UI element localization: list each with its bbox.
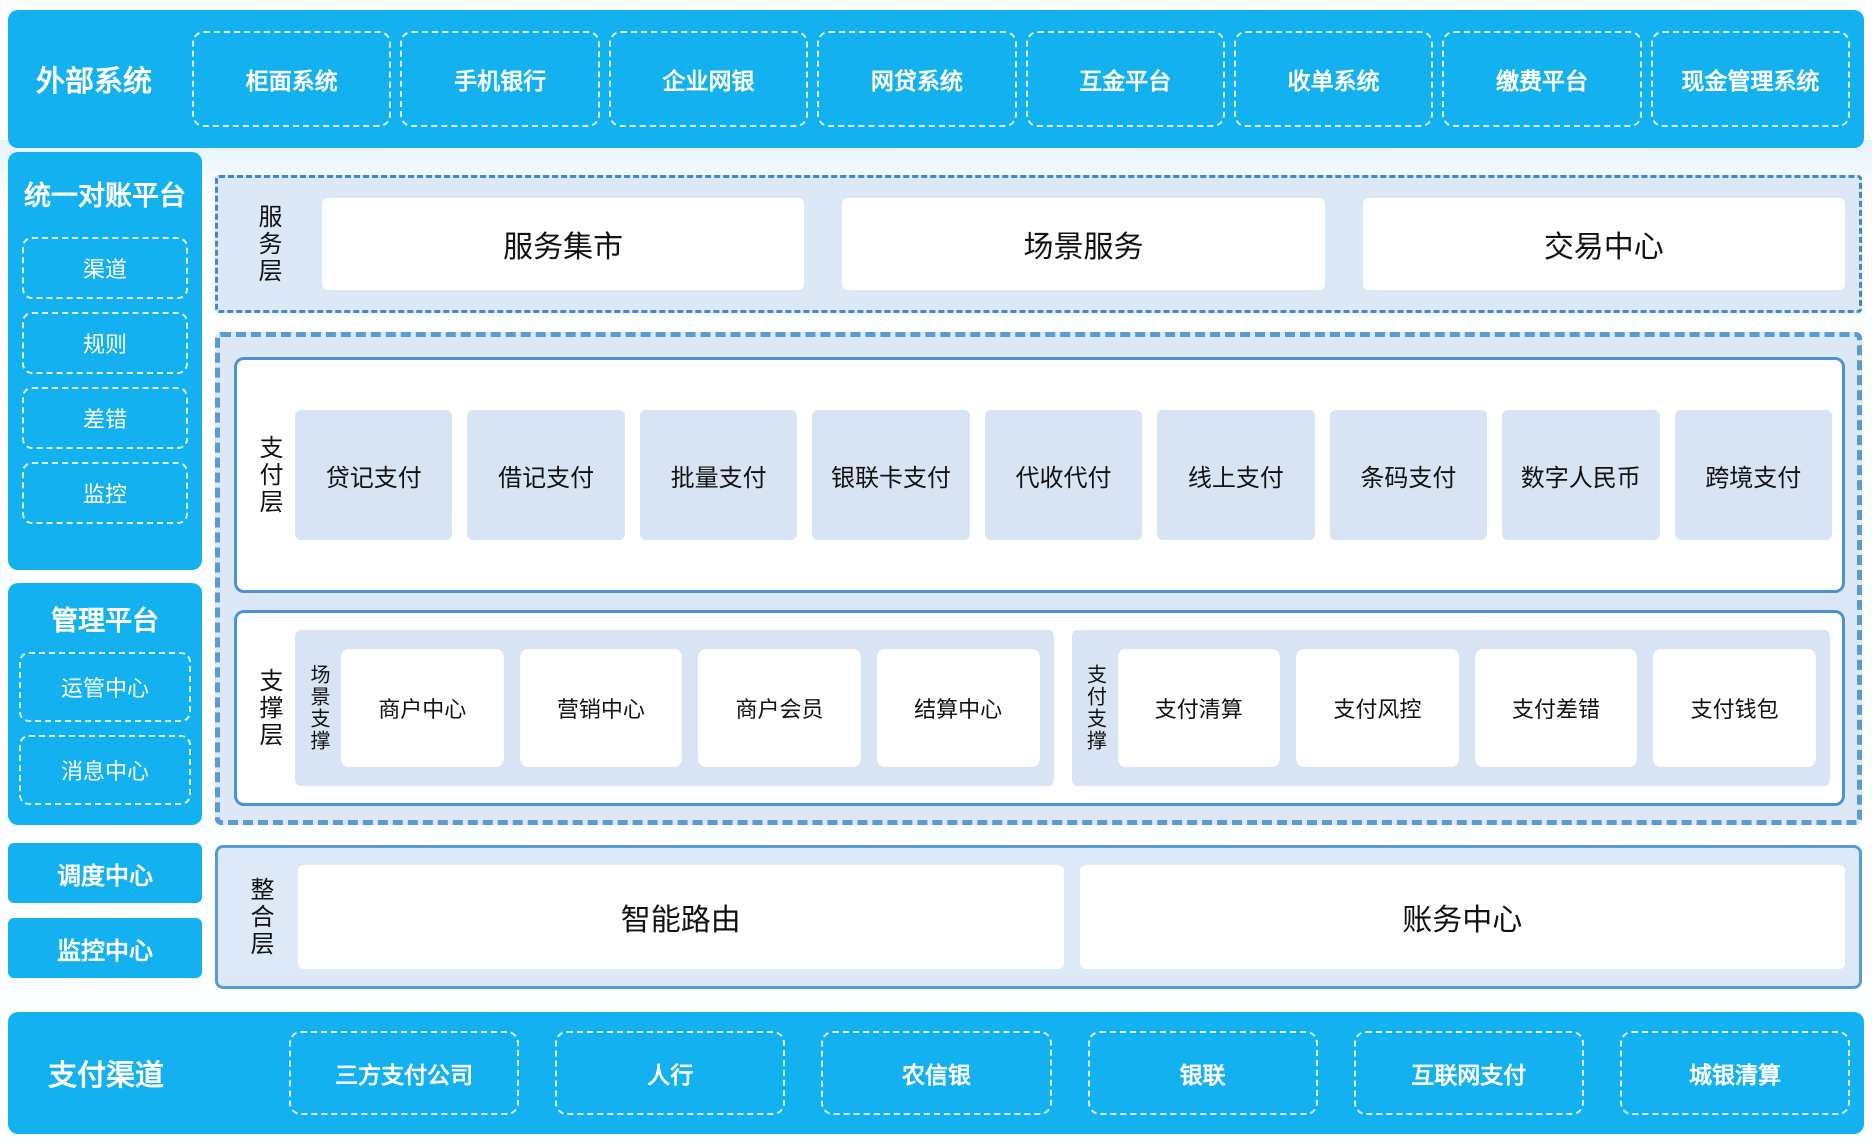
payment-support-item: 支付钱包 xyxy=(1653,649,1816,767)
payment-layer-item: 跨境支付 xyxy=(1675,410,1832,540)
payment-layer-item: 借记支付 xyxy=(467,410,624,540)
payment-layer-item: 代收代付 xyxy=(985,410,1142,540)
service-layer-section: 服务层 服务集市 场景服务 交易中心 xyxy=(215,175,1862,313)
external-system-item: 现金管理系统 xyxy=(1651,31,1850,127)
scene-support-items: 商户中心 营销中心 商户会员 结算中心 xyxy=(341,649,1040,767)
management-item: 消息中心 xyxy=(19,735,191,805)
reconciliation-platform-title: 统一对账平台 xyxy=(24,174,186,213)
integration-layer-item: 智能路由 xyxy=(298,865,1064,969)
payment-architecture-diagram: 外部系统 柜面系统 手机银行 企业网银 网贷系统 互金平台 收单系统 缴费平台 … xyxy=(0,0,1872,1146)
monitor-center-block: 监控中心 xyxy=(8,918,202,978)
scene-support-item: 商户会员 xyxy=(698,649,861,767)
support-layer-groups: 场景支撑 商户中心 营销中心 商户会员 结算中心 支付支撑 支付清算 支付风控 … xyxy=(295,630,1830,786)
payment-channels-bar: 支付渠道 三方支付公司 人行 农信银 银联 互联网支付 城银清算 xyxy=(8,1012,1864,1134)
service-layer-item: 服务集市 xyxy=(322,198,804,290)
payment-channel-item: 互联网支付 xyxy=(1354,1031,1584,1115)
external-systems-bar: 外部系统 柜面系统 手机银行 企业网银 网贷系统 互金平台 收单系统 缴费平台 … xyxy=(8,10,1864,148)
scene-support-label: 场景支撑 xyxy=(309,664,329,752)
dispatch-center-block: 调度中心 xyxy=(8,843,202,903)
support-layer-label: 支撑层 xyxy=(257,668,281,749)
external-systems-items: 柜面系统 手机银行 企业网银 网贷系统 互金平台 收单系统 缴费平台 现金管理系… xyxy=(192,31,1850,127)
management-platform-items: 运管中心 消息中心 xyxy=(19,652,191,805)
payment-channel-item: 农信银 xyxy=(821,1031,1051,1115)
reconciliation-platform-panel: 统一对账平台 渠道 规则 差错 监控 xyxy=(8,152,202,570)
service-layer-label: 服务层 xyxy=(256,204,280,285)
payment-layer-items: 贷记支付 借记支付 批量支付 银联卡支付 代收代付 线上支付 条码支付 数字人民… xyxy=(295,410,1832,540)
payment-layer-item: 贷记支付 xyxy=(295,410,452,540)
reconciliation-item: 监控 xyxy=(22,462,188,524)
management-platform-title: 管理平台 xyxy=(51,599,159,638)
external-systems-label: 外部系统 xyxy=(36,58,184,100)
payment-layer-item: 批量支付 xyxy=(640,410,797,540)
reconciliation-item: 规则 xyxy=(22,312,188,374)
external-system-item: 手机银行 xyxy=(400,31,599,127)
payment-support-item: 支付风控 xyxy=(1296,649,1459,767)
payment-channel-item: 人行 xyxy=(555,1031,785,1115)
payment-channel-item: 银联 xyxy=(1088,1031,1318,1115)
external-system-item: 柜面系统 xyxy=(192,31,391,127)
payment-layer-item: 数字人民币 xyxy=(1502,410,1659,540)
external-system-item: 企业网银 xyxy=(609,31,808,127)
payment-support-group: 支付支撑 支付清算 支付风控 支付差错 支付钱包 xyxy=(1072,630,1831,786)
payment-layer-label: 支付层 xyxy=(257,435,281,516)
management-platform-panel: 管理平台 运管中心 消息中心 xyxy=(8,583,202,825)
payment-layer-item: 线上支付 xyxy=(1157,410,1314,540)
scene-support-item: 商户中心 xyxy=(341,649,504,767)
external-system-item: 收单系统 xyxy=(1234,31,1433,127)
payment-support-item: 支付差错 xyxy=(1475,649,1638,767)
integration-layer-items: 智能路由 账务中心 xyxy=(298,865,1845,969)
scene-support-group: 场景支撑 商户中心 营销中心 商户会员 结算中心 xyxy=(295,630,1054,786)
payment-channel-item: 三方支付公司 xyxy=(289,1031,519,1115)
reconciliation-item: 渠道 xyxy=(22,237,188,299)
service-layer-item: 交易中心 xyxy=(1363,198,1845,290)
payment-channel-item: 城银清算 xyxy=(1620,1031,1850,1115)
external-system-item: 缴费平台 xyxy=(1442,31,1641,127)
management-item: 运管中心 xyxy=(19,652,191,722)
core-layers-section: 支付层 贷记支付 借记支付 批量支付 银联卡支付 代收代付 线上支付 条码支付 … xyxy=(215,332,1862,825)
scene-support-item: 结算中心 xyxy=(877,649,1040,767)
reconciliation-platform-items: 渠道 规则 差错 监控 xyxy=(22,237,188,524)
service-layer-item: 场景服务 xyxy=(842,198,1324,290)
scene-support-item: 营销中心 xyxy=(520,649,683,767)
payment-support-items: 支付清算 支付风控 支付差错 支付钱包 xyxy=(1118,649,1817,767)
payment-layer-section: 支付层 贷记支付 借记支付 批量支付 银联卡支付 代收代付 线上支付 条码支付 … xyxy=(234,357,1845,593)
integration-layer-item: 账务中心 xyxy=(1080,865,1846,969)
external-system-item: 网贷系统 xyxy=(817,31,1016,127)
payment-layer-item: 银联卡支付 xyxy=(812,410,969,540)
integration-layer-label: 整合层 xyxy=(248,877,272,958)
support-layer-section: 支撑层 场景支撑 商户中心 营销中心 商户会员 结算中心 支付支撑 支付清算 支… xyxy=(234,610,1845,806)
reconciliation-item: 差错 xyxy=(22,387,188,449)
payment-support-item: 支付清算 xyxy=(1118,649,1281,767)
external-system-item: 互金平台 xyxy=(1026,31,1225,127)
payment-support-label: 支付支撑 xyxy=(1086,664,1106,752)
integration-layer-section: 整合层 智能路由 账务中心 xyxy=(215,845,1862,989)
payment-channels-items: 三方支付公司 人行 农信银 银联 互联网支付 城银清算 xyxy=(289,1031,1850,1115)
service-layer-items: 服务集市 场景服务 交易中心 xyxy=(322,198,1845,290)
payment-channels-label: 支付渠道 xyxy=(48,1052,281,1094)
payment-layer-item: 条码支付 xyxy=(1330,410,1487,540)
